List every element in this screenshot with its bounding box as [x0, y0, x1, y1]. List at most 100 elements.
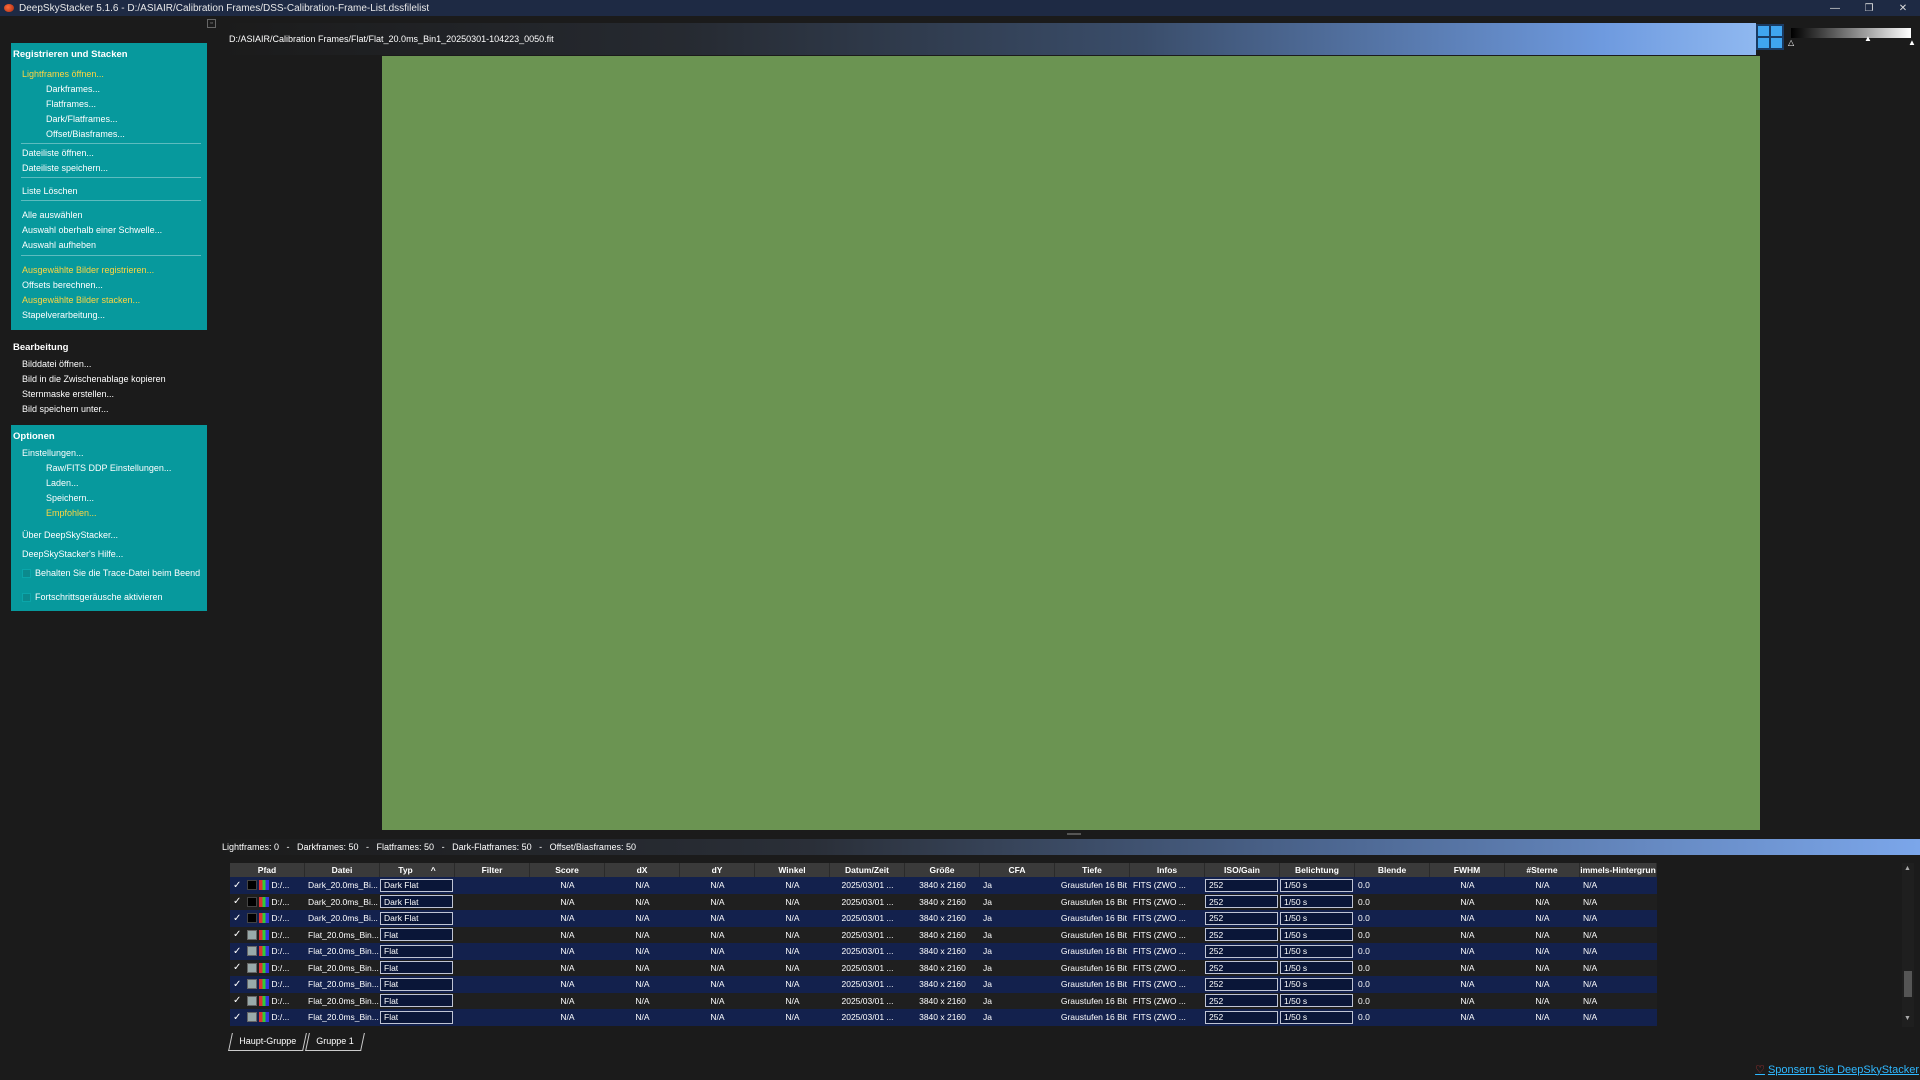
cell-iso[interactable]: 252	[1205, 977, 1278, 991]
row-check-icon[interactable]: ✓	[233, 929, 241, 940]
close-button[interactable]: ✕	[1886, 0, 1920, 16]
row-check-icon[interactable]: ✓	[233, 896, 241, 907]
about-link[interactable]: Über DeepSkyStacker...	[22, 530, 118, 540]
open-flatframes-link[interactable]: Flatframes...	[46, 99, 96, 109]
slider-handle-right-icon[interactable]: ▲	[1908, 38, 1916, 47]
cell-type[interactable]: Flat	[380, 961, 453, 975]
cell-exposure[interactable]: 1/50 s	[1280, 977, 1353, 991]
col-header-datum[interactable]: Datum/Zeit	[830, 863, 905, 877]
cell-exposure[interactable]: 1/50 s	[1280, 895, 1353, 909]
cell-exposure[interactable]: 1/50 s	[1280, 878, 1353, 892]
image-preview[interactable]	[382, 56, 1760, 830]
open-darkflatframes-link[interactable]: Dark/Flatframes...	[46, 114, 118, 124]
col-header-winkel[interactable]: Winkel	[755, 863, 830, 877]
save-settings-link[interactable]: Speichern...	[46, 493, 94, 503]
keep-trace-checkbox[interactable]: Behalten Sie die Trace-Datei beim Beend	[22, 568, 200, 578]
checkbox-box[interactable]	[22, 592, 31, 602]
cell-exposure[interactable]: 1/50 s	[1280, 944, 1353, 958]
scroll-thumb[interactable]	[1904, 971, 1912, 997]
cell-type[interactable]: Dark Flat	[380, 895, 453, 909]
save-image-link[interactable]: Bild speichern unter...	[22, 404, 109, 414]
sponsor-link[interactable]: ♡ Sponsern Sie DeepSkyStacker	[1755, 1063, 1919, 1077]
cell-exposure[interactable]: 1/50 s	[1280, 961, 1353, 975]
cell-exposure[interactable]: 1/50 s	[1280, 1010, 1353, 1024]
table-row[interactable]: ✓ D:/... Flat_20.0ms_Bin... Flat N/A N/A N/A N/…	[230, 943, 1657, 960]
cell-type[interactable]: Dark Flat	[380, 911, 453, 925]
table-row[interactable]: ✓ D:/... Flat_20.0ms_Bin... Flat N/A N/A N/A N/…	[230, 959, 1657, 976]
minimize-button[interactable]: —	[1818, 0, 1852, 16]
table-row[interactable]: ✓ D:/... Flat_20.0ms_Bin... Flat N/A N/A N/A N/…	[230, 976, 1657, 993]
row-check-icon[interactable]: ✓	[233, 979, 241, 990]
col-header-fwhm[interactable]: FWHM	[1430, 863, 1505, 877]
col-header-belichtung[interactable]: Belichtung	[1280, 863, 1355, 877]
copy-clipboard-link[interactable]: Bild in die Zwischenablage kopieren	[22, 374, 166, 384]
cell-iso[interactable]: 252	[1205, 944, 1278, 958]
help-link[interactable]: DeepSkyStacker's Hilfe...	[22, 549, 123, 559]
scroll-up-icon[interactable]: ▲	[1904, 865, 1911, 872]
row-check-icon[interactable]: ✓	[233, 1012, 241, 1023]
col-header-cfa[interactable]: CFA	[980, 863, 1055, 877]
compute-offsets-link[interactable]: Offsets berechnen...	[22, 280, 103, 290]
col-header-groesse[interactable]: Größe	[905, 863, 980, 877]
cell-type[interactable]: Flat	[380, 977, 453, 991]
cell-type[interactable]: Flat	[380, 1010, 453, 1024]
col-header-pfad[interactable]: Pfad	[230, 863, 305, 877]
open-offsetframes-link[interactable]: Offset/Biasframes...	[46, 129, 125, 139]
table-row[interactable]: ✓ D:/... Flat_20.0ms_Bin... Flat N/A N/A N/A N/…	[230, 1009, 1657, 1026]
select-threshold-link[interactable]: Auswahl oberhalb einer Schwelle...	[22, 225, 162, 235]
scroll-down-icon[interactable]: ▼	[1904, 1015, 1911, 1022]
col-header-blende[interactable]: Blende	[1355, 863, 1430, 877]
cell-iso[interactable]: 252	[1205, 994, 1278, 1008]
tab-haupt-gruppe[interactable]: Haupt-Gruppe	[228, 1033, 307, 1051]
col-header-iso[interactable]: ISO/Gain	[1205, 863, 1280, 877]
clear-list-link[interactable]: Liste Löschen	[22, 186, 78, 196]
col-header-tiefe[interactable]: Tiefe	[1055, 863, 1130, 877]
slider-handle-mid-icon[interactable]: ▲	[1864, 34, 1872, 43]
cell-iso[interactable]: 252	[1205, 911, 1278, 925]
col-header-infos[interactable]: Infos	[1130, 863, 1205, 877]
row-check-icon[interactable]: ✓	[233, 913, 241, 924]
gamma-slider[interactable]: △ ▲ ▲	[1786, 24, 1916, 54]
cell-iso[interactable]: 252	[1205, 878, 1278, 892]
row-check-icon[interactable]: ✓	[233, 946, 241, 957]
table-row[interactable]: ✓ D:/... Flat_20.0ms_Bin... Flat N/A N/A N/A N/…	[230, 926, 1657, 943]
cell-type[interactable]: Flat	[380, 944, 453, 958]
register-selected-link[interactable]: Ausgewählte Bilder registrieren...	[22, 265, 154, 275]
table-row[interactable]: ✓ D:/... Dark_20.0ms_Bi... Dark Flat N/A N/A N…	[230, 910, 1657, 927]
cell-iso[interactable]: 252	[1205, 961, 1278, 975]
cell-iso[interactable]: 252	[1205, 895, 1278, 909]
grid-view-icon[interactable]	[1756, 24, 1784, 50]
col-header-typ[interactable]: Typ ^	[380, 863, 455, 877]
tab-gruppe-1[interactable]: Gruppe 1	[305, 1033, 365, 1051]
cell-type[interactable]: Dark Flat	[380, 878, 453, 892]
col-header-filter[interactable]: Filter	[455, 863, 530, 877]
batch-processing-link[interactable]: Stapelverarbeitung...	[22, 310, 105, 320]
cell-iso[interactable]: 252	[1205, 928, 1278, 942]
cell-type[interactable]: Flat	[380, 994, 453, 1008]
select-all-link[interactable]: Alle auswählen	[22, 210, 83, 220]
star-mask-link[interactable]: Sternmaske erstellen...	[22, 389, 114, 399]
table-row[interactable]: ✓ D:/... Dark_20.0ms_Bi... Dark Flat N/A N/A N…	[230, 877, 1657, 894]
col-header-score[interactable]: Score	[530, 863, 605, 877]
cell-exposure[interactable]: 1/50 s	[1280, 928, 1353, 942]
row-check-icon[interactable]: ✓	[233, 962, 241, 973]
col-header-hintergrund[interactable]: immels-Hintergrun	[1580, 863, 1657, 877]
table-row[interactable]: ✓ D:/... Dark_20.0ms_Bi... Dark Flat N/A N/A N…	[230, 893, 1657, 910]
cell-type[interactable]: Flat	[380, 928, 453, 942]
slider-handle-left-icon[interactable]: △	[1788, 38, 1794, 47]
stack-selected-link[interactable]: Ausgewählte Bilder stacken...	[22, 295, 140, 305]
open-darkframes-link[interactable]: Darkframes...	[46, 84, 100, 94]
col-header-datei[interactable]: Datei	[305, 863, 380, 877]
open-lightframes-link[interactable]: Lightframes öffnen...	[22, 69, 104, 79]
table-row[interactable]: ✓ D:/... Flat_20.0ms_Bin... Flat N/A N/A N/A N/…	[230, 992, 1657, 1009]
open-file-list-link[interactable]: Dateiliste öffnen...	[22, 148, 94, 158]
raw-fits-settings-link[interactable]: Raw/FITS DDP Einstellungen...	[46, 463, 171, 473]
load-settings-link[interactable]: Laden...	[46, 478, 79, 488]
cell-exposure[interactable]: 1/50 s	[1280, 994, 1353, 1008]
panel-collapse-icon[interactable]: ▫	[207, 19, 216, 28]
progress-sounds-checkbox[interactable]: Fortschrittsgeräusche aktivieren	[22, 592, 163, 602]
checkbox-box[interactable]	[22, 568, 31, 578]
cell-iso[interactable]: 252	[1205, 1010, 1278, 1024]
settings-link[interactable]: Einstellungen...	[22, 448, 84, 458]
restore-button[interactable]: ❐	[1852, 0, 1886, 16]
